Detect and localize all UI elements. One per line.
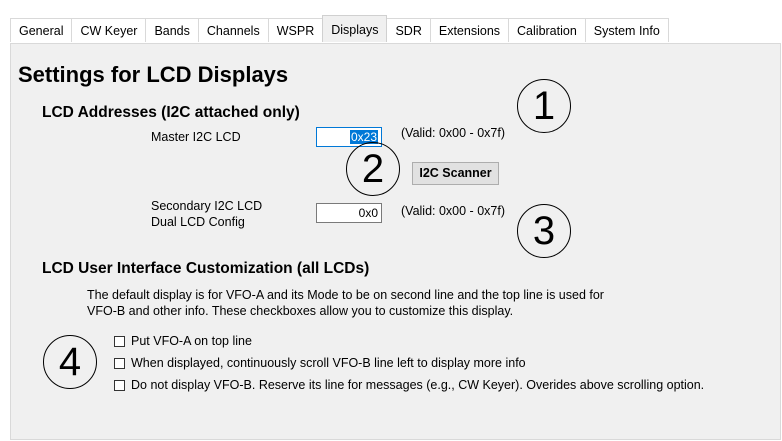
tab-wspr[interactable]: WSPR [267, 18, 324, 42]
option-vfoa-top[interactable]: Put VFO-A on top line [114, 334, 252, 348]
option-label: Do not display VFO-B. Reserve its line f… [131, 378, 705, 392]
option-label: When displayed, continuously scroll VFO-… [131, 356, 526, 370]
dual-lcd-config-label: Dual LCD Config [151, 215, 245, 229]
master-i2c-label: Master I2C LCD [151, 130, 241, 144]
master-valid-hint: (Valid: 0x00 - 0x7f) [401, 126, 505, 140]
annotation-marker-1: 1 [517, 79, 571, 133]
tab-calibration[interactable]: Calibration [508, 18, 586, 42]
secondary-valid-hint: (Valid: 0x00 - 0x7f) [401, 204, 505, 218]
tab-bands[interactable]: Bands [145, 18, 199, 42]
secondary-i2c-label: Secondary I2C LCD [151, 199, 263, 213]
secondary-i2c-input[interactable]: 0x0 [316, 203, 382, 223]
checkbox[interactable] [114, 335, 125, 347]
option-scroll-vfob[interactable]: When displayed, continuously scroll VFO-… [114, 356, 526, 370]
tab-displays[interactable]: Displays [322, 15, 388, 42]
option-hide-vfob[interactable]: Do not display VFO-B. Reserve its line f… [114, 378, 704, 392]
annotation-marker-2: 2 [346, 142, 400, 196]
option-label: Put VFO-A on top line [131, 334, 252, 348]
tab-system-info[interactable]: System Info [584, 18, 669, 42]
tab-channels[interactable]: Channels [197, 18, 269, 42]
tab-extensions[interactable]: Extensions [429, 18, 510, 42]
tab-general[interactable]: General [10, 18, 73, 42]
checkbox[interactable] [114, 379, 125, 391]
customization-desc-line1: The default display is for VFO-A and its… [87, 288, 604, 302]
i2c-scanner-button[interactable]: I2C Scanner [412, 162, 499, 185]
annotation-marker-3: 3 [517, 204, 571, 258]
customization-heading: LCD User Interface Customization (all LC… [42, 260, 370, 277]
settings-window: General CW Keyer Bands Channels WSPR Dis… [0, 0, 782, 441]
tab-strip: General CW Keyer Bands Channels WSPR Dis… [10, 15, 669, 43]
customization-desc-line2: VFO-B and other info. These checkboxes a… [87, 304, 514, 318]
annotation-marker-4: 4 [43, 335, 97, 389]
displays-panel: Settings for LCD Displays LCD Addresses … [10, 43, 781, 440]
tab-cw-keyer[interactable]: CW Keyer [71, 18, 147, 42]
tab-sdr[interactable]: SDR [386, 18, 431, 42]
lcd-addresses-heading: LCD Addresses (I2C attached only) [42, 104, 300, 121]
page-title: Settings for LCD Displays [18, 62, 289, 87]
checkbox[interactable] [114, 357, 125, 369]
